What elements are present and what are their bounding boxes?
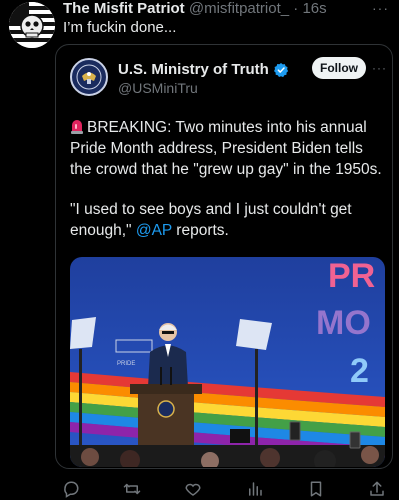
reply-button[interactable] — [61, 479, 81, 499]
flag-skull-avatar-image — [9, 2, 55, 48]
quoted-paragraph-1-text: BREAKING: Two minutes into his annual Pr… — [70, 119, 382, 178]
bookmark-button[interactable] — [306, 479, 326, 499]
banner-letters-2: MO — [316, 304, 371, 342]
action-bar — [55, 478, 393, 500]
views-button[interactable] — [245, 479, 265, 499]
display-name[interactable]: The Misfit Patriot — [63, 0, 185, 17]
separator: · — [293, 0, 299, 17]
quoted-paragraph-1: BREAKING: Two minutes into his annual Pr… — [70, 117, 385, 180]
tweet-header: The Misfit Patriot @misfitpatriot_ · 16s — [63, 0, 327, 17]
banner-letters-1: PR — [328, 257, 375, 295]
quoted-avatar[interactable] — [70, 58, 108, 96]
tweet-text: I’m fuckin done... — [63, 19, 177, 36]
pride-event-photo: PR MO 2 PRIDE — [70, 257, 385, 467]
verified-badge-icon — [273, 62, 288, 77]
tweet-media-image[interactable]: PR MO 2 PRIDE — [70, 257, 385, 467]
reply-icon — [64, 481, 79, 498]
seal-icon — [73, 61, 105, 93]
tweet: The Misfit Patriot @misfitpatriot_ · 16s… — [0, 0, 399, 500]
mention-link[interactable]: @AP — [136, 222, 172, 239]
quoted-handle[interactable]: @USMiniTru — [118, 80, 198, 96]
share-icon — [370, 481, 384, 496]
user-avatar[interactable] — [9, 2, 55, 48]
siren-icon — [71, 120, 83, 134]
like-button[interactable] — [183, 479, 203, 499]
quoted-tweet[interactable]: U.S. Ministry of Truth @USMiniTru Follow… — [55, 44, 393, 469]
repost-icon — [123, 483, 141, 495]
views-icon — [248, 482, 262, 496]
follow-button[interactable]: Follow — [312, 57, 366, 79]
repost-button[interactable] — [122, 479, 142, 499]
quoted-display-name[interactable]: U.S. Ministry of Truth — [118, 61, 269, 78]
user-handle[interactable]: @misfitpatriot_ — [189, 0, 289, 17]
timestamp[interactable]: 16s — [302, 0, 326, 17]
more-options-icon[interactable]: ··· — [372, 0, 389, 16]
podium-sign-text: PRIDE — [117, 361, 135, 367]
quoted-paragraph-2: "I used to see boys and I just couldn't … — [70, 199, 385, 241]
quoted-name-row: U.S. Ministry of Truth — [118, 61, 289, 78]
quoted-paragraph-2-end: reports. — [171, 222, 229, 239]
banner-letters-3: 2 — [350, 352, 369, 390]
like-icon — [185, 483, 201, 496]
quoted-more-options-icon[interactable]: ··· — [372, 61, 387, 75]
share-button[interactable] — [367, 479, 387, 499]
bookmark-icon — [310, 481, 321, 497]
quoted-text: BREAKING: Two minutes into his annual Pr… — [70, 117, 385, 260]
